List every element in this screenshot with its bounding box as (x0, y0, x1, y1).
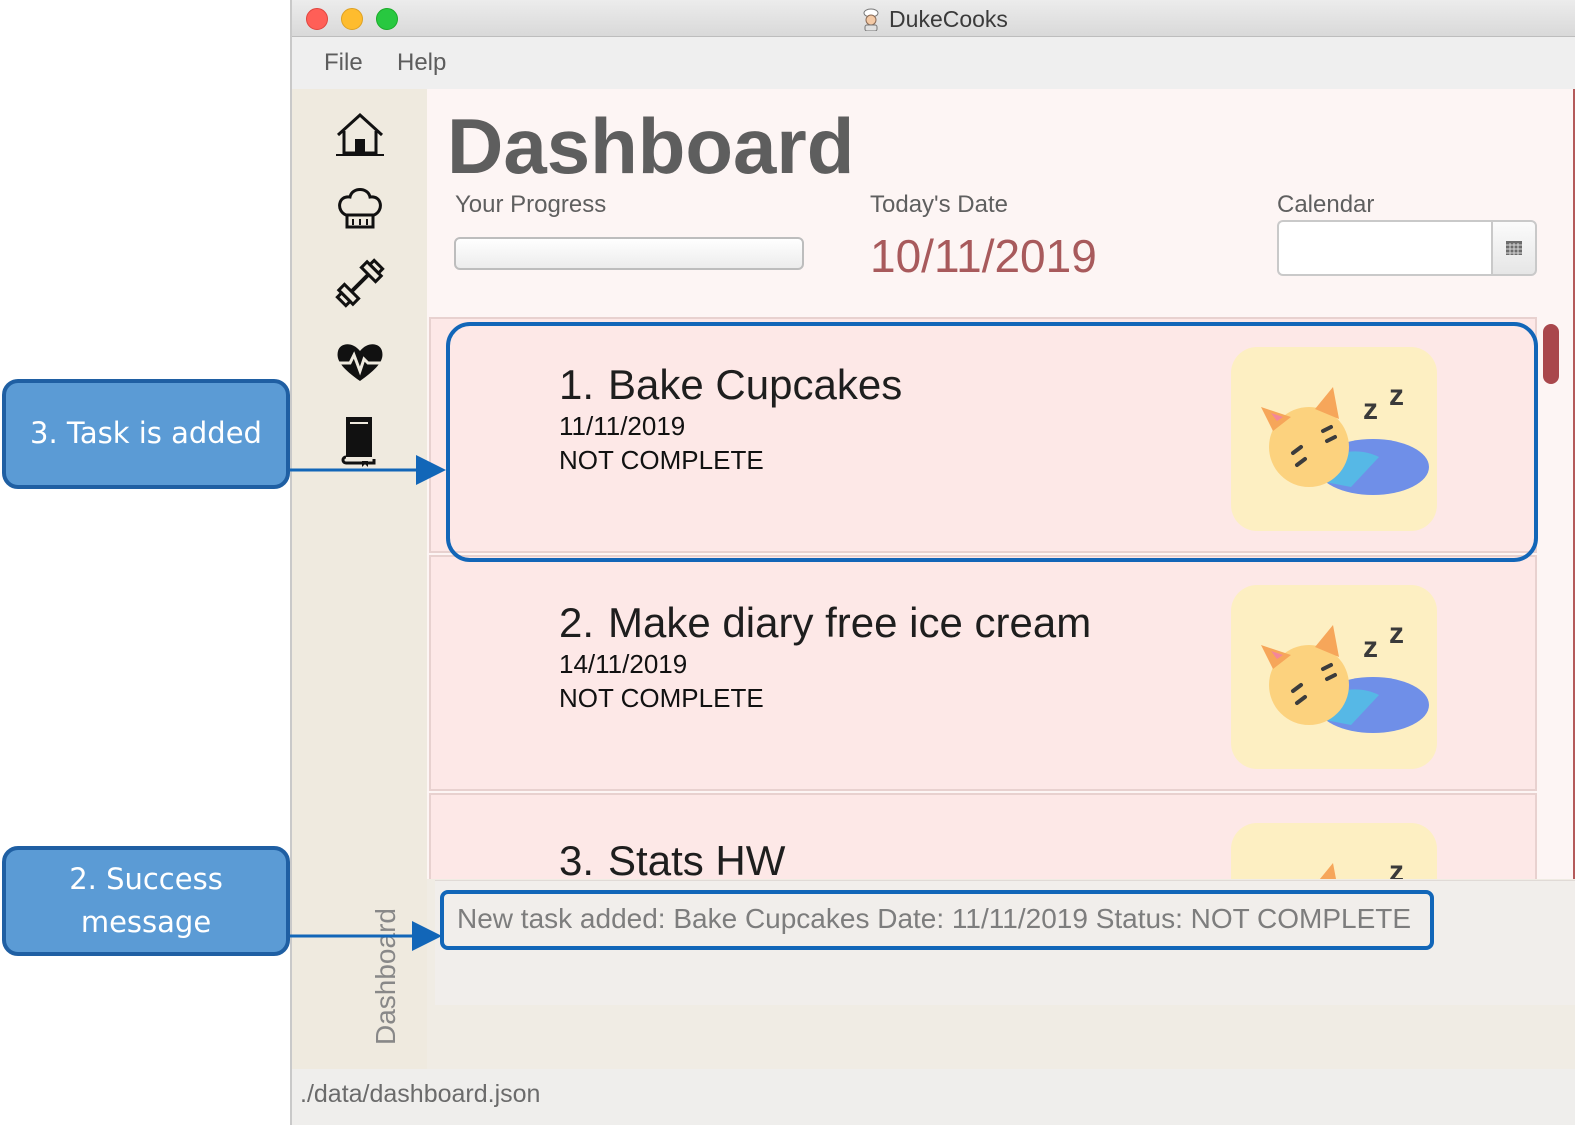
success-message-callout: 2. Success message (2, 846, 290, 956)
task-status: NOT COMPLETE (559, 683, 764, 713)
status-bar: ./data/dashboard.json (292, 1069, 1575, 1125)
calendar-date-field[interactable] (1277, 220, 1493, 276)
task-name: Make diary free ice cream (608, 599, 1092, 646)
window-title: DukeCooks (292, 6, 1575, 33)
dashboard-vertical-tab[interactable]: Dashboard (370, 908, 402, 1045)
scrollbar-thumb[interactable] (1543, 324, 1559, 384)
menu-file[interactable]: File (324, 49, 363, 77)
page-title: Dashboard (447, 102, 855, 190)
task-added-callout: 3. Task is added (2, 379, 290, 489)
heartbeat-icon[interactable] (332, 333, 388, 389)
svg-text:z: z (1389, 855, 1404, 879)
app-chef-icon (863, 8, 879, 31)
task-title: 2. Make diary free ice cream (559, 599, 1091, 647)
sleeping-cat-icon: z z (1231, 823, 1437, 879)
title-bar: DukeCooks (292, 0, 1575, 37)
date-label: Today's Date (870, 191, 1008, 218)
task-number: 2. (559, 599, 595, 646)
home-icon[interactable] (332, 107, 388, 163)
svg-text:z: z (1389, 617, 1404, 650)
task-card[interactable]: 2. Make diary free ice cream 14/11/2019 N… (429, 555, 1537, 791)
screenshot-stage: DukeCooks File Help Dashboard Dashboard … (0, 0, 1575, 1125)
calendar-picker-button[interactable] (1491, 220, 1537, 276)
progress-bar (454, 237, 804, 270)
success-callout-line-1: 2. Success (69, 861, 223, 896)
task-number: 3. (559, 837, 595, 879)
svg-text:z: z (1363, 869, 1378, 879)
task-name: Stats HW (608, 837, 786, 879)
task-added-callout-text: 3. Task is added (30, 416, 262, 451)
task-date: 14/11/2019 (559, 649, 688, 679)
window-title-text: DukeCooks (889, 6, 1008, 32)
task-card[interactable]: 3. Stats HW z z (429, 793, 1537, 879)
calendar-label: Calendar (1277, 191, 1375, 218)
progress-label: Your Progress (455, 191, 607, 218)
task-title: 3. Stats HW (559, 837, 785, 879)
message-highlight-box (440, 890, 1434, 950)
task-highlight-box (446, 322, 1538, 562)
success-callout-line-2: message (80, 905, 212, 939)
app-window: DukeCooks File Help Dashboard Dashboard … (290, 0, 1575, 1125)
sidebar (292, 89, 427, 1069)
today-date: 10/11/2019 (870, 230, 1097, 282)
svg-text:z: z (1363, 631, 1378, 664)
status-bar-path: ./data/dashboard.json (300, 1080, 541, 1108)
chef-hat-icon[interactable] (332, 181, 388, 237)
sleeping-cat-icon: z z (1231, 585, 1437, 769)
calendar-icon (1506, 241, 1522, 255)
book-icon[interactable] (332, 411, 388, 467)
dumbbell-icon[interactable] (332, 255, 388, 311)
menu-help[interactable]: Help (397, 49, 446, 77)
menu-bar: File Help (292, 37, 1575, 89)
